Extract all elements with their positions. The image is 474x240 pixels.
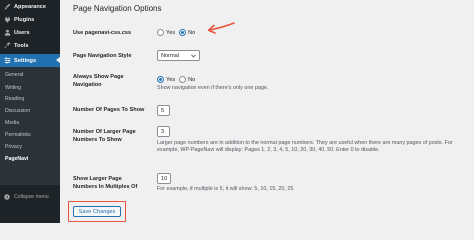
page-title: Page Navigation Options — [73, 4, 162, 13]
multiples-label: Show Larger Page Numbers In Multiples Of — [73, 176, 138, 190]
submenu-item-discussion[interactable]: Discussion — [5, 108, 30, 114]
settings-icon — [0, 57, 14, 64]
submenu-item-privacy[interactable]: Privacy — [5, 144, 22, 150]
sidebar-item-label: Users — [14, 29, 30, 36]
pages-to-show-label: Number Of Pages To Show — [73, 107, 145, 113]
always-show-label: Always Show Page Navigation — [73, 74, 124, 88]
collapse-menu-button[interactable]: Collapse menu — [0, 192, 60, 202]
sidebar-item-label: Settings — [14, 57, 37, 64]
paintbrush-icon — [0, 3, 14, 10]
css-no-option[interactable]: No — [179, 29, 195, 36]
always-show-description: Show navigation even if there's only one… — [157, 85, 269, 91]
submenu-item-pagenavi[interactable]: PageNavi — [5, 156, 28, 162]
sidebar-item-tools[interactable]: Tools — [0, 39, 60, 52]
always-show-no-radio[interactable] — [179, 76, 187, 83]
multiples-description: For example, if multiple is 5, it will s… — [157, 186, 294, 192]
css-yes-label: Yes — [166, 29, 176, 36]
always-show-yes-radio[interactable] — [157, 76, 164, 83]
always-show-no-option[interactable]: No — [179, 76, 195, 83]
style-option-label: Page Navigation Style — [73, 53, 132, 59]
sidebar-item-label: Appearance — [14, 3, 47, 10]
navigation-style-select[interactable]: Normal — [157, 50, 200, 61]
css-option-label: Use pagenavi-css.css — [73, 30, 132, 36]
settings-submenu: General Writing Reading Discussion Media… — [0, 67, 60, 185]
submenu-item-reading[interactable]: Reading — [5, 96, 24, 102]
plugin-icon — [0, 16, 14, 23]
submenu-item-writing[interactable]: Writing — [5, 85, 21, 91]
pages-to-show-input[interactable]: 5 — [157, 105, 170, 116]
sidebar-item-label: Plugins — [14, 16, 35, 23]
sidebar-item-label: Tools — [14, 42, 29, 49]
annotation-arrow-icon — [207, 22, 235, 34]
admin-sidebar: Appearance Plugins Users Tools Settings … — [0, 0, 60, 223]
css-no-label: No — [188, 29, 196, 36]
css-yes-radio[interactable] — [157, 29, 164, 36]
always-show-yes-option[interactable]: Yes — [157, 76, 175, 83]
users-icon — [0, 29, 14, 36]
submenu-item-general[interactable]: General — [5, 72, 23, 78]
sidebar-item-appearance[interactable]: Appearance — [0, 0, 60, 13]
settings-main: Page Navigation Options Use pagenavi-css… — [60, 0, 474, 223]
save-changes-button[interactable]: Save Changes — [73, 206, 121, 217]
css-no-radio[interactable] — [179, 29, 187, 36]
multiples-input[interactable]: 10 — [157, 173, 171, 184]
submenu-item-media[interactable]: Media — [5, 120, 19, 126]
css-radio-group: Yes No — [157, 29, 199, 36]
sidebar-item-users[interactable]: Users — [0, 26, 60, 39]
always-show-yes-label: Yes — [166, 76, 176, 83]
chevron-down-icon — [191, 54, 196, 58]
navigation-style-value: Normal — [161, 52, 180, 59]
submenu-item-permalinks[interactable]: Permalinks — [5, 132, 31, 138]
larger-pages-input[interactable]: 3 — [157, 126, 170, 137]
larger-pages-description: Larger page numbers are in addition to t… — [157, 140, 453, 153]
sidebar-item-plugins[interactable]: Plugins — [0, 13, 60, 26]
css-yes-option[interactable]: Yes — [157, 29, 175, 36]
wrench-icon — [0, 42, 14, 49]
always-show-radio-group: Yes No — [157, 76, 199, 83]
sidebar-item-settings[interactable]: Settings — [0, 54, 60, 67]
larger-pages-label: Number Of Larger Page Numbers To Show — [73, 129, 136, 143]
collapse-icon — [0, 194, 14, 200]
always-show-no-label: No — [188, 76, 196, 83]
collapse-menu-label: Collapse menu — [14, 194, 49, 200]
